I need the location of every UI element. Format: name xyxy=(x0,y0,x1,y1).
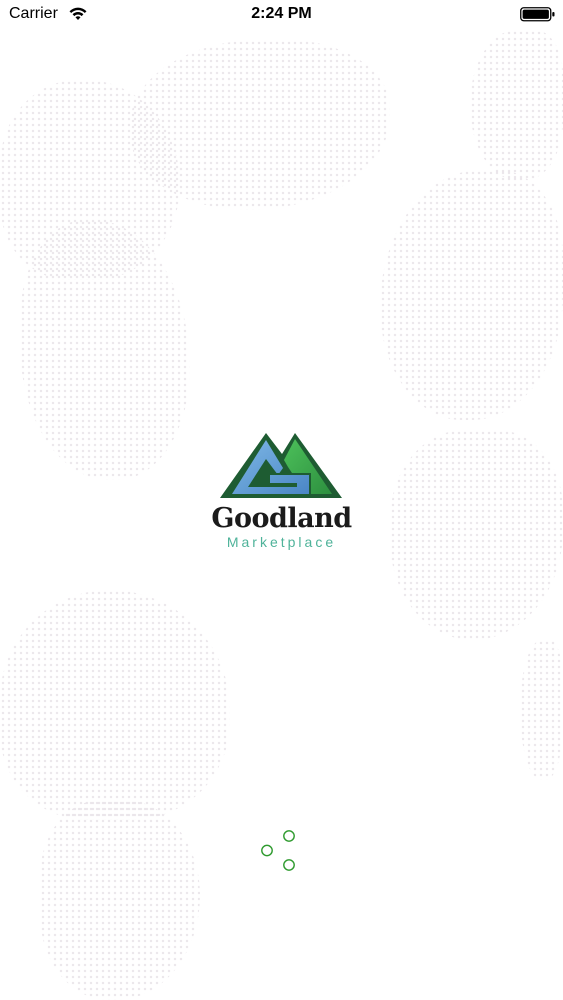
clock: 2:24 PM xyxy=(251,5,312,22)
battery-icon xyxy=(520,7,556,28)
splash-logo: Goodland Marketplace xyxy=(190,430,373,555)
loading-spinner-icon xyxy=(258,826,298,874)
status-bar: Carrier 2:24 PM xyxy=(0,0,563,30)
brand-name: Goodland xyxy=(211,503,352,534)
mountain-g-logo-icon xyxy=(220,430,343,505)
brand-subtitle: Marketplace xyxy=(226,534,337,550)
